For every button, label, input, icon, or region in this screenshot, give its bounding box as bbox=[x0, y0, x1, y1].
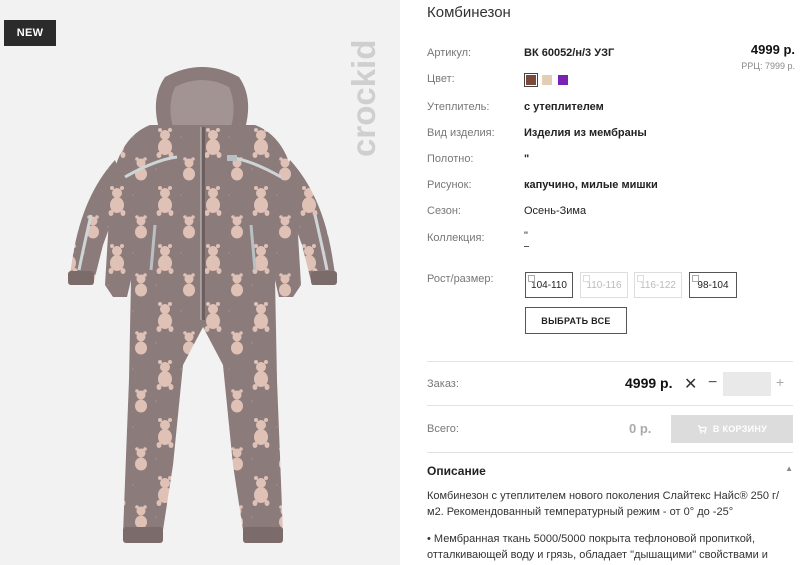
cart-icon bbox=[697, 425, 707, 434]
kind-value: Изделия из мембраны bbox=[524, 127, 647, 139]
add-to-cart-button[interactable]: В КОРЗИНУ bbox=[671, 415, 793, 443]
size-option-98-104[interactable]: 98-104 bbox=[689, 272, 737, 298]
divider bbox=[427, 361, 793, 362]
order-price: 4999 р. bbox=[625, 375, 673, 391]
size-option-label: 116-122 bbox=[640, 279, 676, 291]
collapse-caret-icon[interactable]: ▲ bbox=[785, 464, 793, 473]
total-label: Всего: bbox=[427, 423, 459, 435]
kind-label: Вид изделия: bbox=[427, 127, 495, 139]
season-label: Сезон: bbox=[427, 205, 461, 217]
brand-logo-text: crockid bbox=[345, 40, 382, 157]
collection-underline bbox=[524, 246, 529, 247]
size-checkbox-icon bbox=[583, 275, 590, 282]
divider bbox=[427, 452, 793, 453]
order-label: Заказ: bbox=[427, 378, 459, 390]
collection-value: " bbox=[524, 230, 528, 242]
size-label: Рост/размер: bbox=[427, 273, 494, 285]
article-label: Артикул: bbox=[427, 47, 472, 59]
quantity-decrease-button[interactable]: − bbox=[708, 374, 717, 392]
color-label: Цвет: bbox=[427, 73, 455, 85]
size-option-116-122[interactable]: 116-122 bbox=[634, 272, 682, 298]
new-badge: NEW bbox=[4, 20, 56, 46]
price: 4999 р. bbox=[750, 42, 795, 57]
description-title[interactable]: Описание bbox=[427, 464, 486, 478]
size-checkbox-icon bbox=[528, 275, 535, 282]
product-title: Комбинезон bbox=[427, 4, 511, 21]
fabric-label: Полотно: bbox=[427, 153, 474, 165]
size-checkbox-icon bbox=[637, 275, 644, 282]
color-swatch-beige[interactable] bbox=[542, 75, 552, 85]
recommended-price: РРЦ: 7999 р. bbox=[741, 61, 795, 71]
color-swatch-purple[interactable] bbox=[558, 75, 568, 85]
pattern-value: капучино, милые мишки bbox=[524, 179, 658, 191]
color-swatch-brown[interactable] bbox=[524, 73, 538, 87]
season-value: Осень-Зима bbox=[524, 205, 587, 217]
size-option-104-110[interactable]: 104-110 bbox=[525, 272, 573, 298]
clear-order-button[interactable]: ✕ bbox=[684, 374, 697, 394]
insulation-value: с утеплителем bbox=[524, 101, 604, 113]
total-price: 0 р. bbox=[629, 421, 652, 436]
product-image-panel[interactable]: NEW crockid bbox=[0, 0, 400, 565]
size-checkbox-icon bbox=[692, 275, 699, 282]
divider bbox=[427, 405, 793, 406]
size-option-label: 110-116 bbox=[586, 279, 622, 291]
description-paragraph: • Мембранная ткань 5000/5000 покрыта теф… bbox=[427, 533, 768, 561]
quantity-increase-button[interactable]: + bbox=[776, 374, 784, 390]
article-value: ВК 60052/н/3 УЗГ bbox=[524, 47, 615, 59]
size-option-110-116[interactable]: 110-116 bbox=[580, 272, 628, 298]
size-option-label: 104-110 bbox=[531, 279, 567, 291]
quantity-input[interactable] bbox=[723, 372, 771, 396]
collection-label: Коллекция: bbox=[427, 232, 485, 244]
product-photo bbox=[68, 67, 337, 543]
select-all-sizes-button[interactable]: ВЫБРАТЬ ВСЕ bbox=[525, 307, 627, 334]
add-to-cart-label: В КОРЗИНУ bbox=[712, 424, 768, 434]
fabric-value: " bbox=[524, 153, 530, 165]
description-paragraph: Комбинезон с утеплителем нового поколени… bbox=[427, 490, 780, 518]
size-option-label: 98-104 bbox=[697, 279, 729, 291]
insulation-label: Утеплитель: bbox=[427, 101, 490, 113]
pattern-label: Рисунок: bbox=[427, 179, 472, 191]
